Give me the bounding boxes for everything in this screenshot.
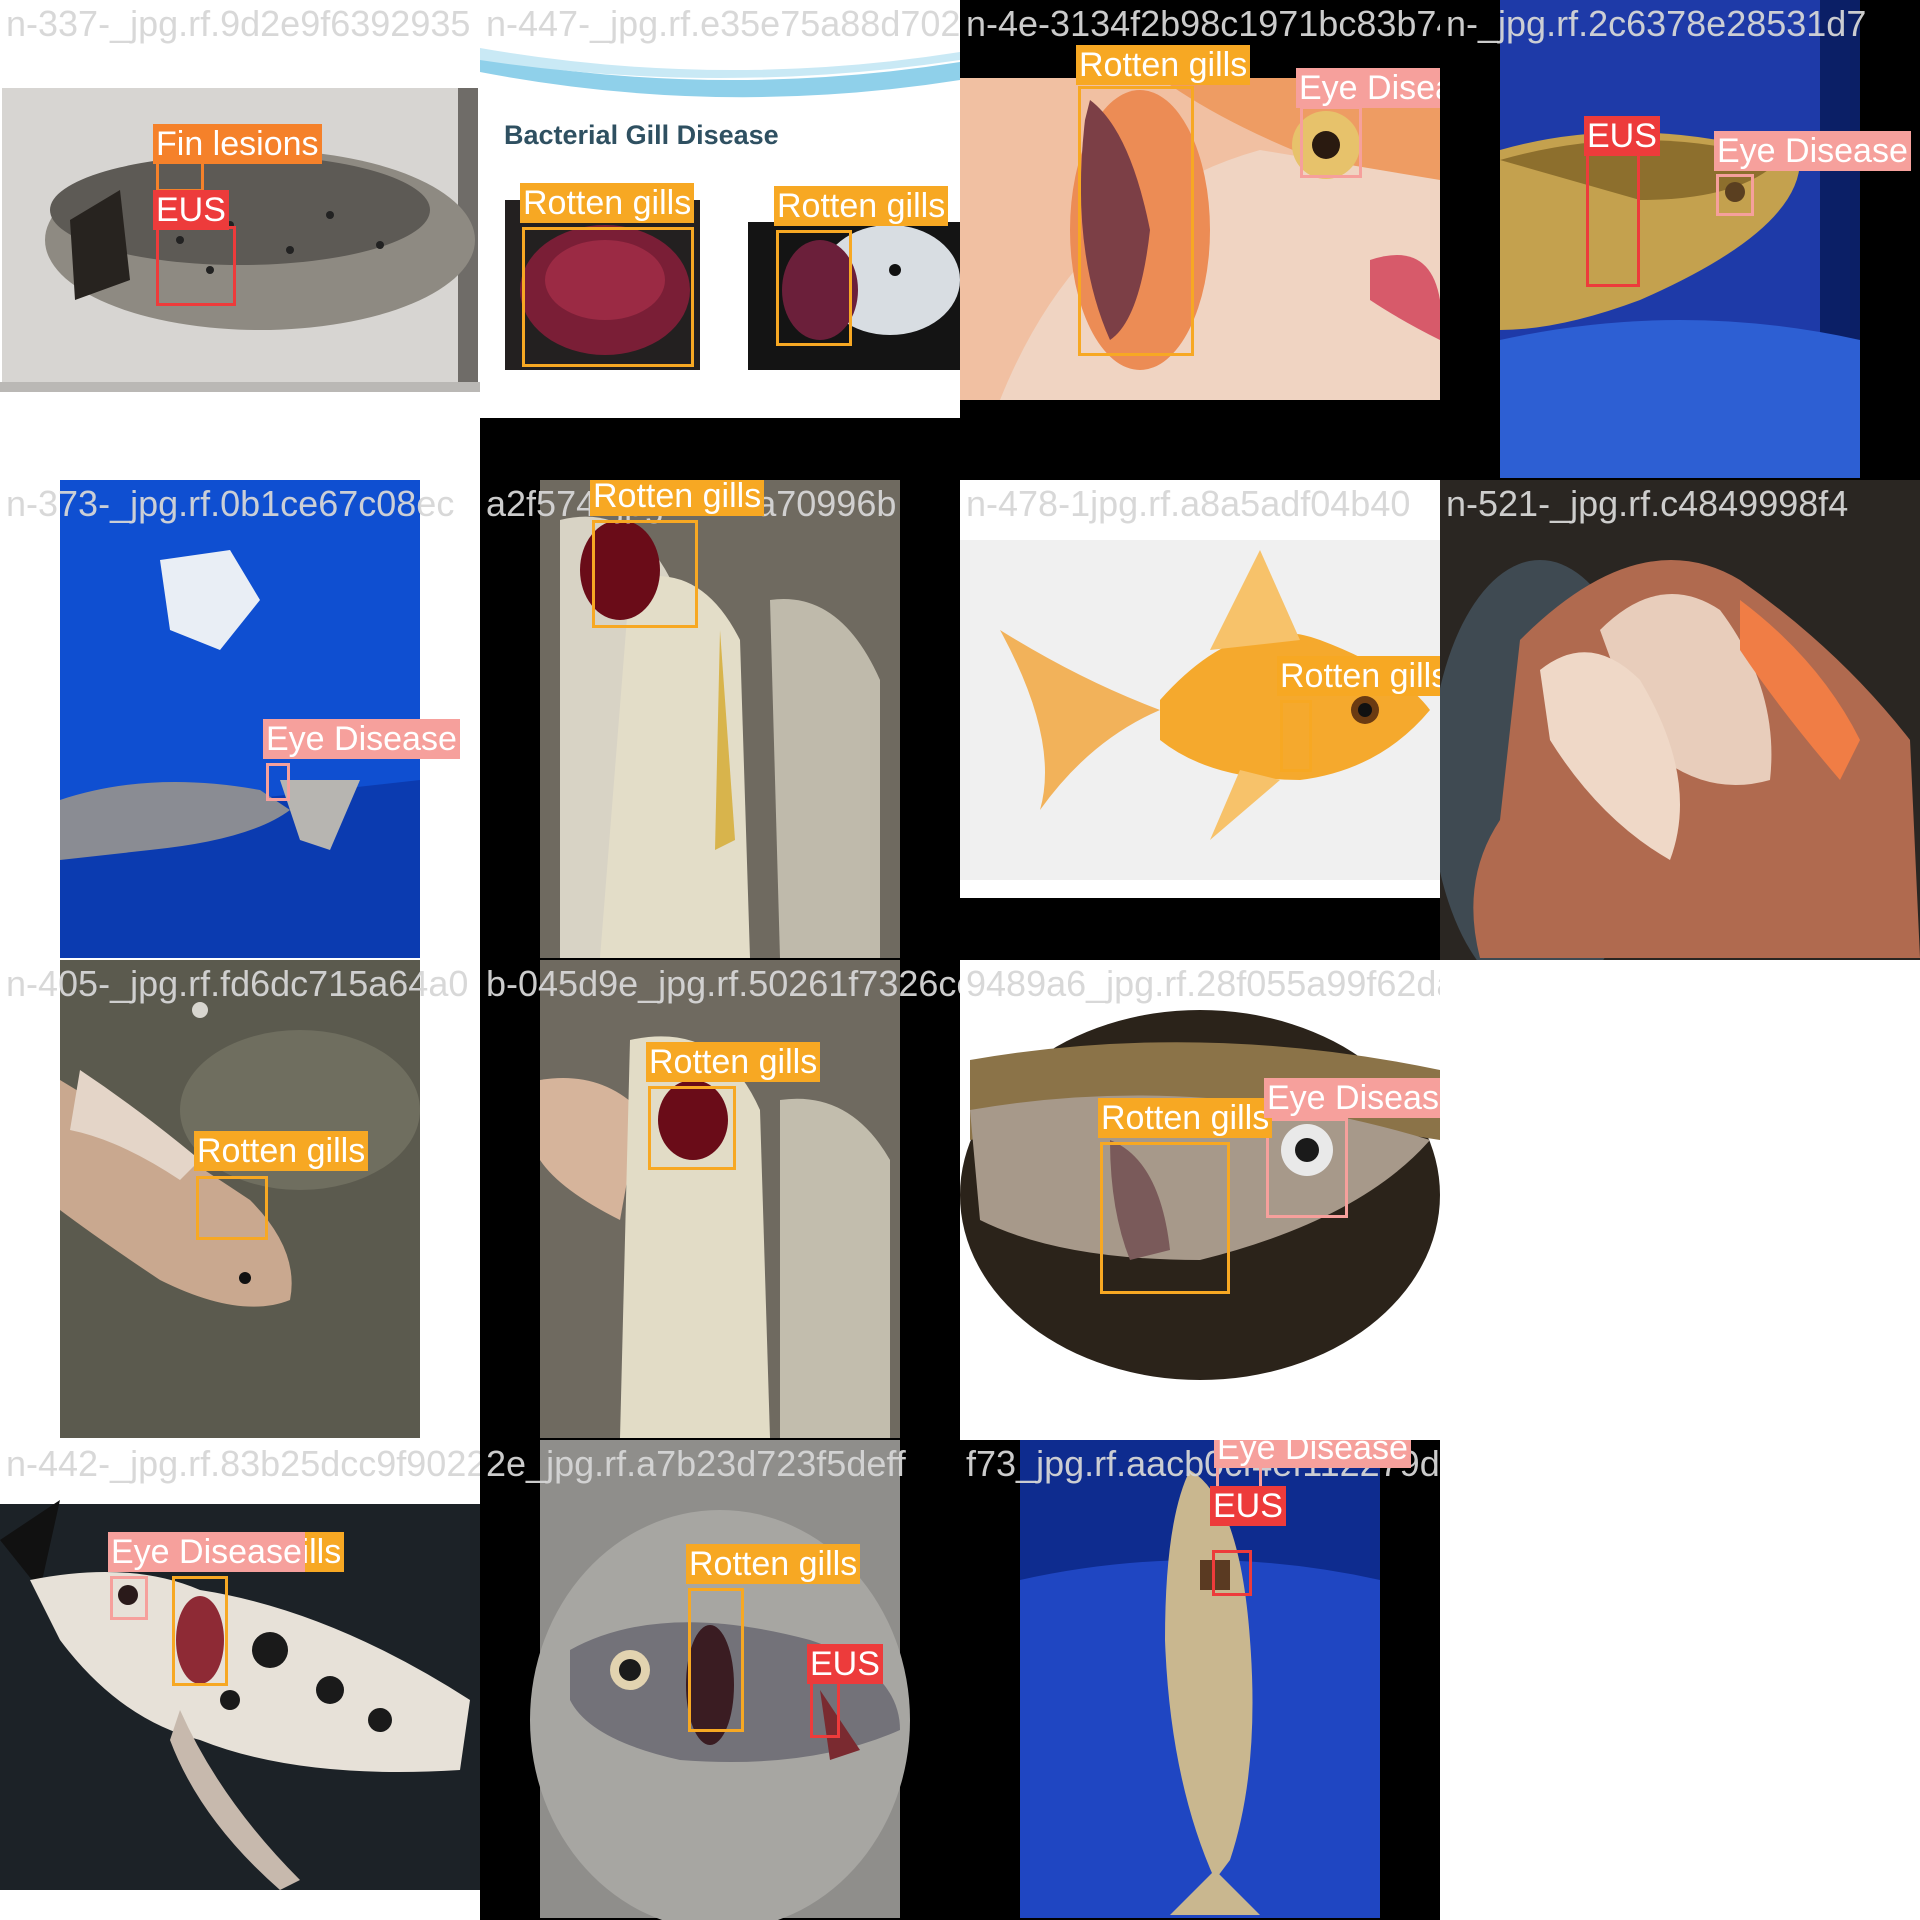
bbox-eye-disease: [266, 763, 290, 801]
bbox-label: Rotten gills: [194, 1131, 369, 1171]
image-tile: n-_jpg.rf.2c6378e28531d7 EUS Eye Disease: [1440, 0, 1920, 480]
bbox-label: Eye Disease: [108, 1532, 305, 1572]
bbox-rotten-gills: [172, 1576, 228, 1686]
bbox-label: EUS: [1584, 116, 1660, 156]
bbox-rotten-gills: [688, 1588, 744, 1732]
bbox-eye-disease: [110, 1576, 148, 1620]
bbox-label: Eye Disease: [1214, 1440, 1411, 1468]
image-tile: b-045d9e_jpg.rf.50261f7326ce Rotten gill…: [480, 960, 960, 1440]
image-filename: n-_jpg.rf.2c6378e28531d7: [1446, 3, 1867, 44]
bbox-eye-disease: [1300, 106, 1362, 178]
bbox-label: Rotten gills: [1098, 1098, 1273, 1138]
bbox-eus: [1212, 1550, 1252, 1596]
detection-mosaic-grid: n-337-_jpg.rf.9d2e9f6392935 Fin lesions …: [0, 0, 1920, 1920]
bbox-label: Eye Disease: [1714, 131, 1911, 171]
image-tile: n-4e-3134f2b98c1971bc83b745 Rotten gills…: [960, 0, 1440, 480]
bbox-label: Rotten gills: [1076, 45, 1251, 85]
bbox-label: Rotten gills: [1277, 656, 1440, 696]
bbox-label: EUS: [153, 190, 229, 230]
bbox-rotten-gills: [776, 230, 852, 346]
bbox-label: Rotten gills: [520, 183, 695, 223]
image-filename: n-447-_jpg.rf.e35e75a88d70224: [486, 3, 960, 44]
fish-photo: [480, 960, 960, 1440]
bbox-rotten-gills: [1280, 700, 1312, 772]
fish-photo: [1440, 0, 1920, 480]
image-tile: f73_jpg.rf.aacb0cf4ef112279de824b1 Eye D…: [960, 1440, 1440, 1920]
bbox-label: Rotten gills: [590, 480, 765, 516]
image-tile: Bacterial Gill Disease n-447-_jpg.rf.e35…: [480, 0, 960, 480]
bbox-fin-lesions: [156, 160, 204, 192]
slide-title: Bacterial Gill Disease: [504, 120, 779, 150]
image-filename: n-478-1jpg.rf.a8a5adf04b40: [966, 483, 1411, 524]
bbox-label: Eye Disease: [263, 719, 460, 759]
bbox-rotten-gills: [592, 520, 698, 628]
bbox-label: Rotten gills: [774, 186, 949, 226]
image-tile: n-373-_jpg.rf.0b1ce67c08ec Eye Disease: [0, 480, 480, 960]
image-filename: 9489a6_jpg.rf.28f055a99f62dae6a009f23294…: [966, 963, 1440, 1004]
image-filename: n-337-_jpg.rf.9d2e9f6392935: [6, 3, 471, 44]
image-tile: n-442-_jpg.rf.83b25dcc9f9022 Rotten gill…: [0, 1440, 480, 1920]
image-tile: n-337-_jpg.rf.9d2e9f6392935 Fin lesions …: [0, 0, 480, 480]
bbox-rotten-gills: [1100, 1142, 1230, 1294]
fish-photo: [0, 0, 480, 480]
bbox-eus: [156, 226, 236, 306]
image-tile: n-521-_jpg.rf.c4849998f4: [1440, 480, 1920, 960]
image-filename: b-045d9e_jpg.rf.50261f7326ce: [486, 963, 960, 1004]
bbox-rotten-gills: [522, 227, 694, 367]
bbox-eus: [810, 1678, 840, 1738]
empty-tile: [1440, 960, 1920, 1440]
bbox-label: EUS: [807, 1644, 883, 1684]
bbox-label: Rotten gills: [686, 1544, 861, 1584]
image-filename: n-442-_jpg.rf.83b25dcc9f9022: [6, 1443, 480, 1484]
bbox-label: Fin lesions: [153, 124, 322, 164]
image-filename: 2e_jpg.rf.a7b23d723f5deff: [486, 1443, 906, 1484]
bbox-eye-disease: [1266, 1118, 1348, 1218]
bbox-eye-disease: [1716, 174, 1754, 216]
bbox-label: Eye Disease: [1264, 1078, 1440, 1118]
image-filename: n-405-_jpg.rf.fd6dc715a64a0: [6, 963, 469, 1004]
bbox-rotten-gills: [1078, 86, 1194, 356]
fish-photo: [960, 1440, 1440, 1920]
image-tile: a2f574_jpg.rf.21fa70996b Rotten gills: [480, 480, 960, 960]
bbox-rotten-gills: [196, 1176, 268, 1240]
bbox-rotten-gills: [648, 1086, 736, 1170]
image-filename: n-373-_jpg.rf.0b1ce67c08ec: [6, 483, 455, 524]
bbox-label: Rotten gills: [646, 1042, 821, 1082]
fish-photo: [1440, 480, 1920, 960]
bbox-label: EUS: [1210, 1486, 1286, 1526]
image-filename: n-521-_jpg.rf.c4849998f4: [1446, 483, 1849, 524]
empty-tile: [1440, 1440, 1920, 1920]
bbox-eus: [1586, 153, 1640, 287]
bbox-label: Eye Disease: [1296, 68, 1440, 108]
fish-photo: [960, 480, 1440, 960]
image-tile: 2e_jpg.rf.a7b23d723f5deff Rotten gills E…: [480, 1440, 960, 1920]
image-tile: n-478-1jpg.rf.a8a5adf04b40 Rotten gills: [960, 480, 1440, 960]
image-tile: n-405-_jpg.rf.fd6dc715a64a0 Rotten gills: [0, 960, 480, 1440]
fish-photo: [0, 1440, 480, 1920]
fish-photo: [480, 480, 960, 960]
image-tile: 9489a6_jpg.rf.28f055a99f62dae6a009f23294…: [960, 960, 1440, 1440]
image-filename: n-4e-3134f2b98c1971bc83b745: [966, 3, 1440, 44]
